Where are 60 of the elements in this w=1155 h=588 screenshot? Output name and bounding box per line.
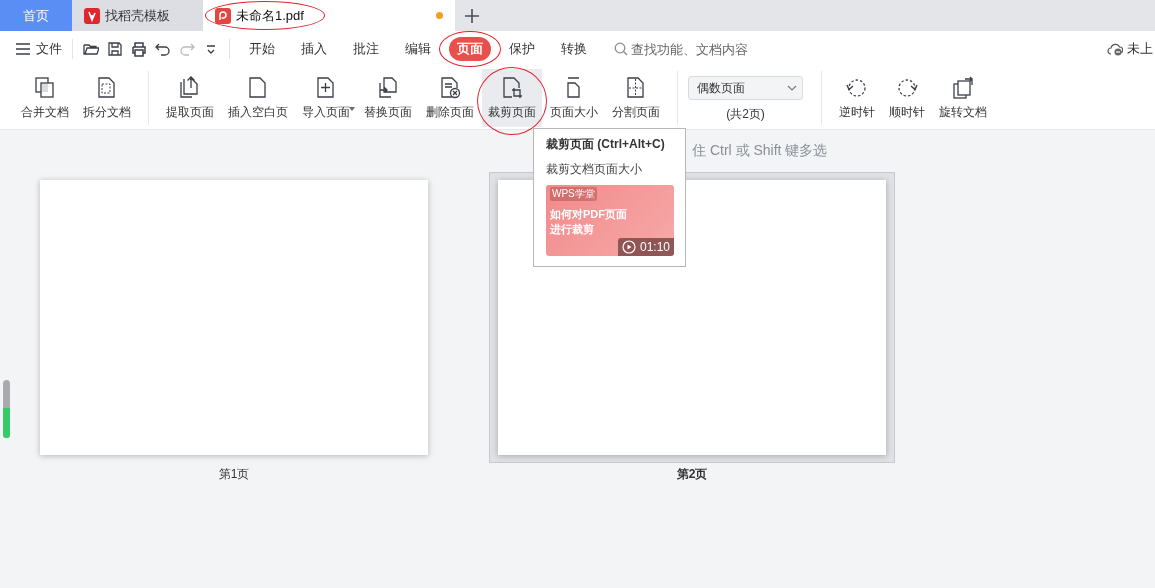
page-thumbnail[interactable] [40, 180, 428, 455]
tab-label: 未命名1.pdf [236, 6, 304, 25]
ribbon-tool-button[interactable]: 裁剪页面 [482, 69, 542, 127]
document-icon [438, 75, 462, 100]
tooltip-title: 裁剪页面 (Ctrl+Alt+C) [546, 136, 666, 153]
undo-icon[interactable] [155, 41, 171, 57]
video-title: 进行裁剪 [550, 222, 595, 237]
search-icon [614, 42, 628, 56]
video-title: 如何对PDF页面 [550, 207, 627, 222]
ribbon-tool-button[interactable]: 分割页面 [606, 69, 666, 127]
ribbon-tab[interactable]: 编辑 [397, 37, 439, 61]
ribbon-tool-button[interactable]: 拆分文档 [77, 69, 137, 127]
zoom-slider-fill[interactable] [3, 407, 10, 438]
add-tab-icon[interactable] [465, 8, 479, 23]
page-label: 第1页 [218, 466, 250, 483]
document-tab[interactable]: 未命名1.pdf [203, 0, 455, 31]
ribbon-tool-button[interactable]: 提取页面 [160, 69, 220, 127]
folder-icon[interactable] [83, 41, 99, 57]
cloud-icon [1107, 42, 1123, 56]
hint-text: 住 Ctrl 或 Shift 键多选 [692, 142, 828, 160]
save-icon[interactable] [107, 41, 123, 57]
zoom-slider-track[interactable] [3, 380, 10, 438]
copy-icon [33, 75, 57, 100]
video-duration: 01:10 [617, 238, 674, 256]
tab-label: 首页 [23, 6, 49, 25]
ribbon-tool-button[interactable]: 逆时针 [833, 69, 881, 127]
ribbon-tool-button[interactable]: 旋转文档 [933, 69, 993, 127]
file-menu-button[interactable]: 文件 [12, 38, 66, 60]
document-icon [500, 75, 524, 100]
tab-label: 找稻壳模板 [105, 6, 170, 25]
ribbon-tool-button[interactable]: 页面大小 [544, 69, 604, 127]
ribbon-tab[interactable]: 开始 [241, 37, 283, 61]
ribbon-tool-button[interactable]: 导入页面 [296, 69, 356, 127]
tooltip-description: 裁剪文档页面大小 [546, 161, 643, 178]
page-count: (共2页) [726, 106, 765, 123]
video-brand-label: WPS学堂 [550, 187, 597, 201]
ribbon-tool-button[interactable]: 插入空白页 [222, 69, 294, 127]
document-icon [376, 75, 400, 100]
app-logo-icon [84, 7, 100, 24]
ribbon-tool-button[interactable]: 顺时针 [883, 69, 931, 127]
search-field[interactable]: 查找功能、文档内容 [614, 41, 771, 57]
page-select[interactable]: 偶数页面 [688, 76, 803, 100]
cloud-status: 未上 [1127, 40, 1153, 58]
print-icon[interactable] [131, 41, 147, 57]
play-icon [621, 240, 636, 254]
ribbon-tab[interactable]: 批注 [345, 37, 387, 61]
rotate-document-icon [951, 75, 975, 100]
page-label: 第2页 [676, 466, 708, 483]
document-tab[interactable]: 找稻壳模板 [72, 0, 203, 31]
ribbon-tool-button[interactable]: 替换页面 [358, 69, 418, 127]
video-thumbnail[interactable]: WPS学堂 如何对PDF页面 进行裁剪 01:10 [546, 185, 674, 256]
ribbon-tab[interactable]: 插入 [293, 37, 335, 61]
ribbon-tool-button[interactable]: 合并文档 [15, 69, 75, 127]
ribbon-tab[interactable]: 保护 [501, 37, 543, 61]
chevron-down-icon [787, 85, 797, 91]
pdf-file-icon [215, 7, 231, 24]
menu-icon [16, 43, 30, 55]
ribbon-tab[interactable]: 页面 [449, 37, 491, 61]
ribbon-tool-button[interactable]: 删除页面 [420, 69, 480, 127]
ribbon-tab[interactable]: 转换 [553, 37, 595, 61]
